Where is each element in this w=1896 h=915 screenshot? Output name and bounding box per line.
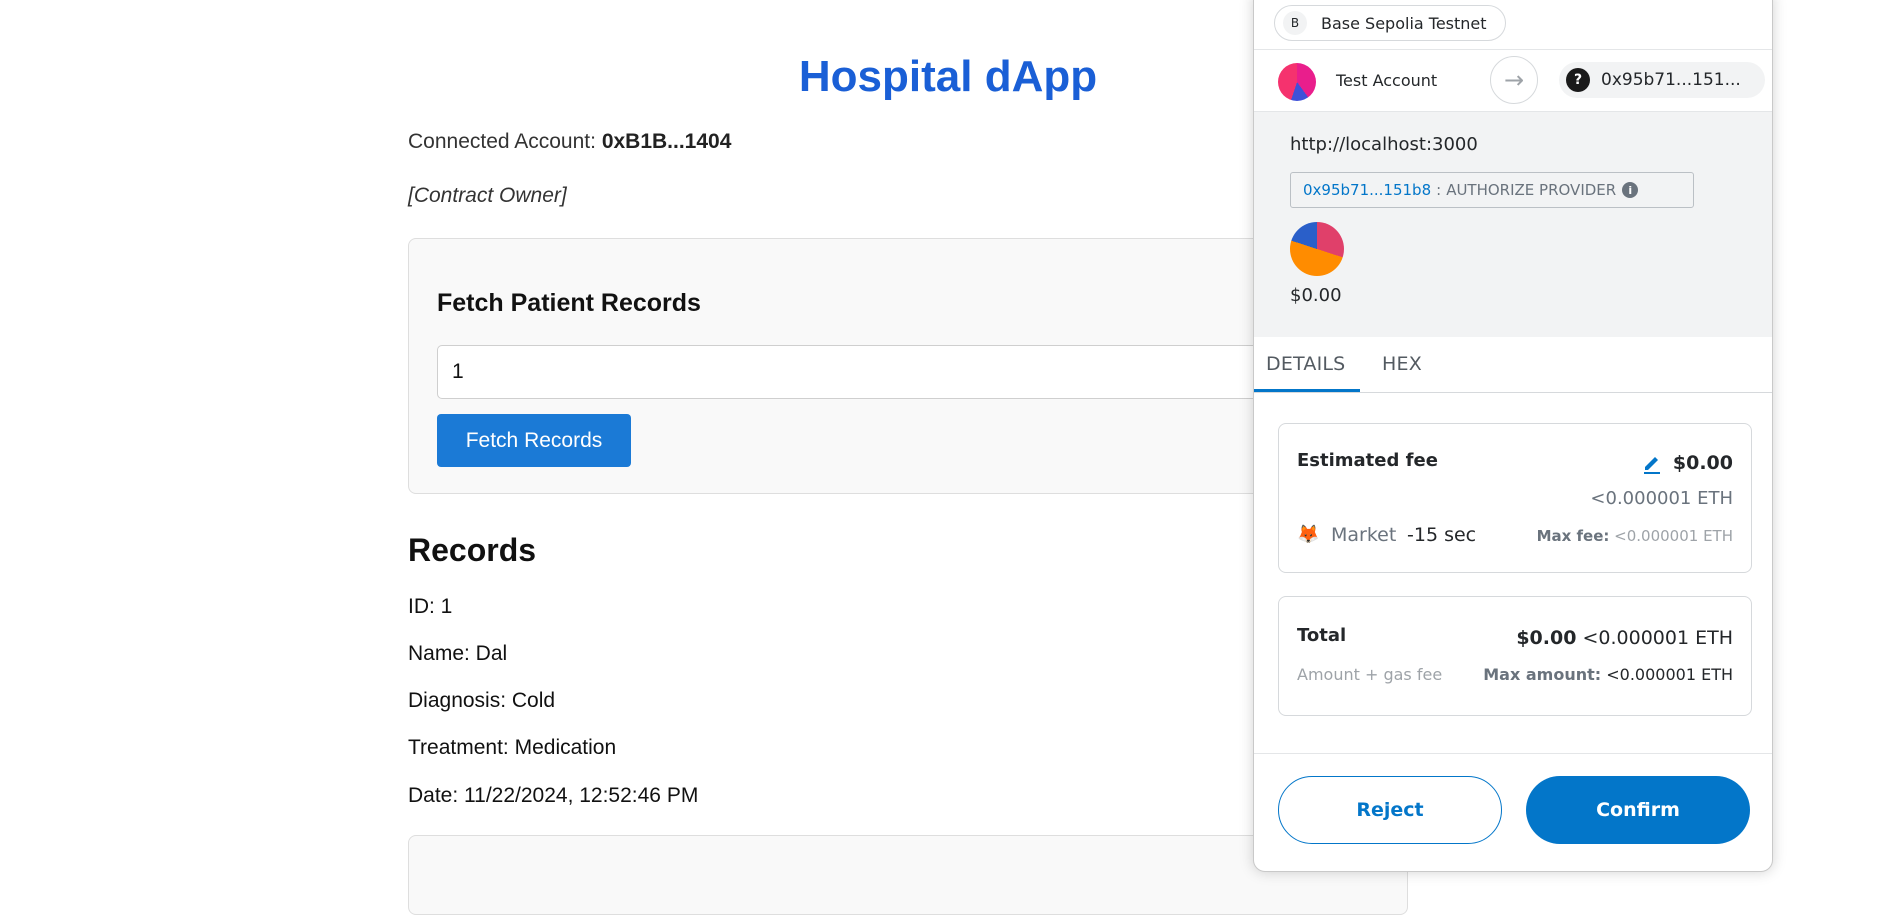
- total-subtitle: Amount + gas fee: [1297, 665, 1443, 684]
- connected-account-address: 0xB1B...1404: [601, 130, 732, 153]
- tab-hex[interactable]: HEX: [1382, 353, 1422, 375]
- destination-address: 0x95b71...151...: [1601, 70, 1741, 90]
- total-label: Total: [1297, 625, 1347, 646]
- wallet-confirmation-popup: B Base Sepolia Testnet Test Account → ? …: [1253, 0, 1773, 872]
- estimated-fee-card: Estimated fee $0.00 <0.000001 ETH 🦊 Mark…: [1278, 423, 1752, 573]
- total-card: Total $0.00 <0.000001 ETH Amount + gas f…: [1278, 596, 1752, 716]
- total-eth: <0.000001 ETH: [1582, 627, 1733, 649]
- contract-address-link[interactable]: 0x95b71...151b8: [1303, 181, 1431, 199]
- connected-account-label: Connected Account:: [408, 130, 596, 153]
- fetch-records-button[interactable]: Fetch Records: [437, 414, 631, 467]
- method-name: AUTHORIZE PROVIDER: [1446, 181, 1617, 199]
- record-name: Name: Dal: [408, 642, 508, 665]
- fox-icon: 🦊: [1297, 524, 1320, 545]
- token-avatar: [1290, 222, 1344, 276]
- account-name: Test Account: [1336, 71, 1438, 90]
- total-fiat: $0.00: [1516, 627, 1577, 649]
- gas-speed-time: -15 sec: [1407, 524, 1477, 546]
- max-amount-value: <0.000001 ETH: [1606, 665, 1733, 684]
- total-amount: $0.00 <0.000001 ETH: [1516, 627, 1733, 649]
- estimated-fee-fiat: $0.00: [1672, 452, 1733, 474]
- reject-button[interactable]: Reject: [1278, 776, 1502, 844]
- network-selector[interactable]: B Base Sepolia Testnet: [1274, 5, 1506, 41]
- origin-url: http://localhost:3000: [1290, 134, 1478, 155]
- active-tab-indicator: [1254, 389, 1360, 392]
- header-divider: [1254, 49, 1772, 50]
- estimated-fee-label: Estimated fee: [1297, 450, 1438, 471]
- question-icon: ?: [1566, 68, 1590, 92]
- footer-divider: [1254, 753, 1772, 754]
- estimated-fee-eth: <0.000001 ETH: [1590, 488, 1733, 509]
- record-date: Date: 11/22/2024, 12:52:46 PM: [408, 784, 699, 807]
- max-fee: Max fee: <0.000001 ETH: [1537, 527, 1733, 545]
- confirm-button[interactable]: Confirm: [1526, 776, 1750, 844]
- max-amount-label: Max amount:: [1483, 665, 1602, 684]
- destination-address-pill[interactable]: ? 0x95b71...151...: [1559, 62, 1765, 98]
- details-tabs: DETAILS HEX: [1254, 337, 1772, 393]
- max-amount: Max amount: <0.000001 ETH: [1483, 665, 1733, 684]
- tab-details[interactable]: DETAILS: [1266, 353, 1345, 375]
- fetch-records-heading: Fetch Patient Records: [437, 289, 701, 317]
- max-fee-label: Max fee:: [1536, 527, 1610, 545]
- network-icon: B: [1283, 11, 1307, 35]
- edit-gas-icon[interactable]: [1641, 452, 1663, 474]
- network-name: Base Sepolia Testnet: [1321, 13, 1487, 33]
- transaction-amount: $0.00: [1290, 285, 1342, 306]
- max-fee-value: <0.000001 ETH: [1614, 527, 1733, 545]
- transaction-origin-panel: http://localhost:3000 0x95b71...151b8 : …: [1254, 111, 1772, 337]
- contract-owner-tag: [Contract Owner]: [408, 184, 567, 207]
- records-heading: Records: [408, 532, 537, 568]
- method-box: 0x95b71...151b8 : AUTHORIZE PROVIDER i: [1290, 172, 1694, 208]
- record-diagnosis: Diagnosis: Cold: [408, 689, 556, 712]
- info-icon[interactable]: i: [1622, 182, 1639, 198]
- account-avatar: [1278, 63, 1316, 101]
- record-treatment: Treatment: Medication: [408, 736, 617, 759]
- arrow-right-icon: →: [1490, 56, 1538, 104]
- connected-account: Connected Account: 0xB1B...1404: [408, 130, 731, 154]
- gas-speed-label[interactable]: Market: [1331, 524, 1396, 546]
- method-separator: :: [1436, 181, 1442, 199]
- record-id: ID: 1: [408, 595, 453, 618]
